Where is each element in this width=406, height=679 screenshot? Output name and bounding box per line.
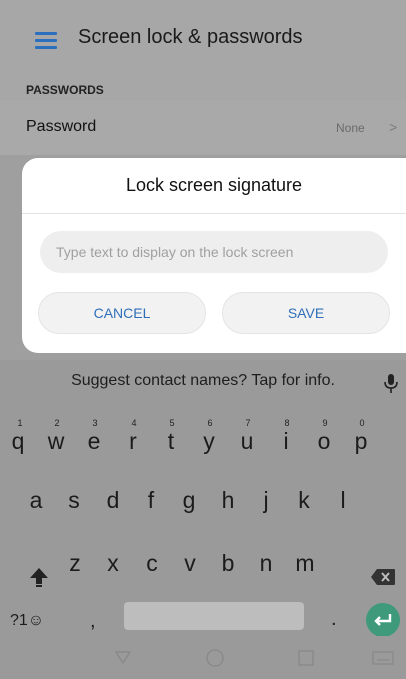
key-g[interactable]: g xyxy=(171,487,207,514)
key-a[interactable]: a xyxy=(18,487,54,514)
key-o[interactable]: o xyxy=(306,428,342,455)
signature-input[interactable] xyxy=(40,231,388,273)
key-w[interactable]: w xyxy=(38,428,74,455)
key-period[interactable]: . xyxy=(331,608,337,631)
key-t[interactable]: t xyxy=(153,428,189,455)
key-hint-1: 1 xyxy=(17,418,23,428)
keyboard-suggestion[interactable]: Suggest contact names? Tap for info. xyxy=(0,372,406,390)
key-hint-3: 3 xyxy=(92,418,98,428)
enter-button[interactable] xyxy=(366,603,400,637)
key-s[interactable]: s xyxy=(56,487,92,514)
key-hint-2: 2 xyxy=(54,418,60,428)
save-button[interactable]: SAVE xyxy=(222,292,390,334)
key-k[interactable]: k xyxy=(286,487,322,514)
key-f[interactable]: f xyxy=(133,487,169,514)
key-hint-6: 6 xyxy=(207,418,213,428)
key-d[interactable]: d xyxy=(95,487,131,514)
key-i[interactable]: i xyxy=(268,428,304,455)
microphone-icon[interactable] xyxy=(384,374,398,394)
shift-icon[interactable] xyxy=(28,566,50,588)
section-label-passwords: PASSWORDS xyxy=(26,83,104,97)
lock-screen-signature-dialog: Lock screen signature CANCEL SAVE xyxy=(22,158,406,353)
dialog-divider xyxy=(22,213,406,214)
key-x[interactable]: x xyxy=(95,550,131,577)
key-q[interactable]: q xyxy=(0,428,36,455)
key-r[interactable]: r xyxy=(115,428,151,455)
enter-icon xyxy=(374,614,392,626)
key-b[interactable]: b xyxy=(210,550,246,577)
key-u[interactable]: u xyxy=(229,428,265,455)
navigation-bar xyxy=(0,636,406,679)
password-label: Password xyxy=(26,118,97,135)
cancel-button[interactable]: CANCEL xyxy=(38,292,206,334)
key-p[interactable]: p xyxy=(343,428,379,455)
home-circle-icon[interactable] xyxy=(205,648,225,668)
key-j[interactable]: j xyxy=(248,487,284,514)
password-value: None xyxy=(336,121,365,135)
key-hint-7: 7 xyxy=(245,418,251,428)
key-y[interactable]: y xyxy=(191,428,227,455)
key-hint-4: 4 xyxy=(131,418,137,428)
back-triangle-icon[interactable] xyxy=(114,650,132,665)
symbols-key[interactable]: ?1☺ xyxy=(10,612,44,630)
backspace-icon[interactable] xyxy=(370,568,396,586)
key-c[interactable]: c xyxy=(134,550,170,577)
key-hint-0: 0 xyxy=(359,418,365,428)
dialog-title: Lock screen signature xyxy=(125,175,303,195)
key-m[interactable]: m xyxy=(287,550,323,577)
key-hint-5: 5 xyxy=(169,418,175,428)
hamburger-menu-icon[interactable] xyxy=(35,32,57,49)
page-title: Screen lock & passwords xyxy=(78,26,303,48)
key-v[interactable]: v xyxy=(172,550,208,577)
key-e[interactable]: e xyxy=(76,428,112,455)
space-bar[interactable] xyxy=(124,602,304,630)
chevron-right-icon: > xyxy=(389,119,398,135)
key-hint-8: 8 xyxy=(284,418,290,428)
recents-square-icon[interactable] xyxy=(297,649,315,667)
key-n[interactable]: n xyxy=(248,550,284,577)
key-l[interactable]: l xyxy=(325,487,361,514)
key-hint-9: 9 xyxy=(322,418,328,428)
key-h[interactable]: h xyxy=(210,487,246,514)
key-comma[interactable]: , xyxy=(90,610,96,633)
keyboard-icon[interactable] xyxy=(372,651,394,665)
key-z[interactable]: z xyxy=(57,550,93,577)
